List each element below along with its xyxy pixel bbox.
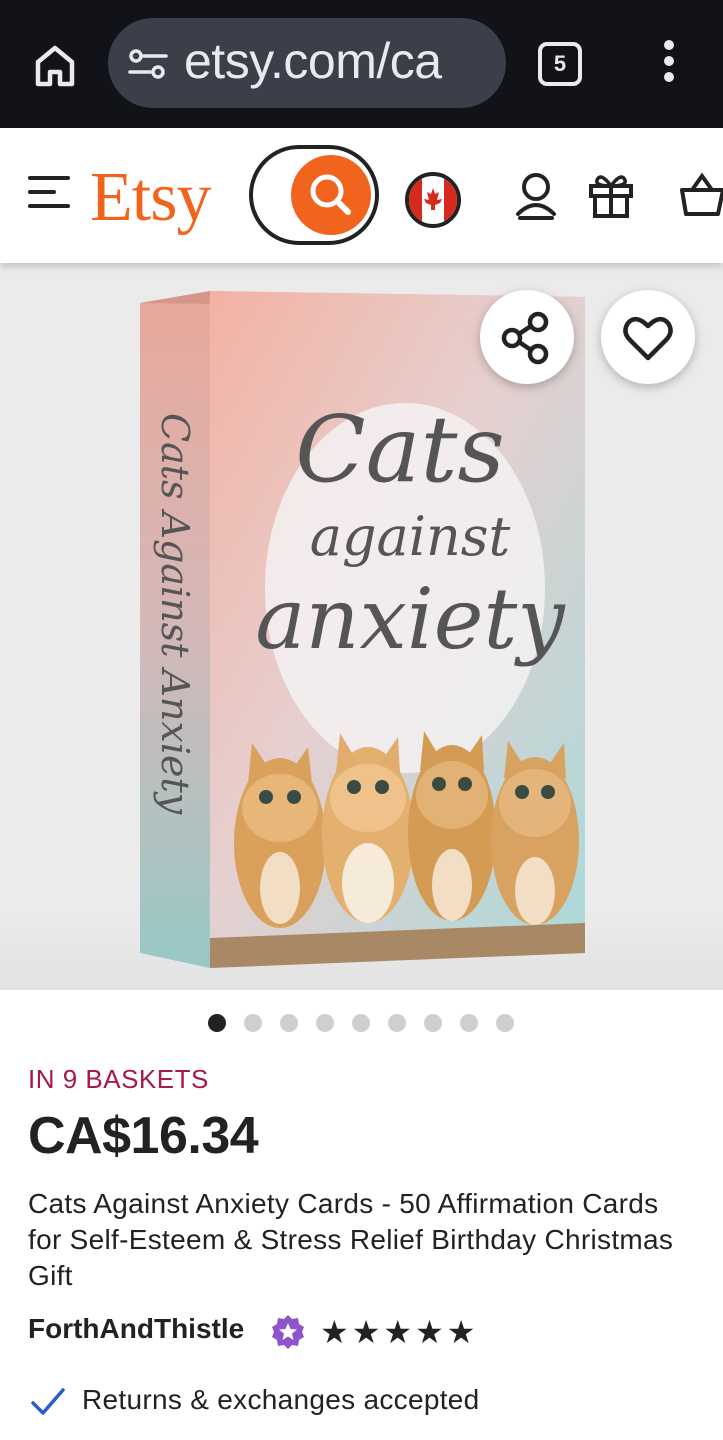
home-icon[interactable] — [30, 40, 80, 90]
rating-stars: ★★★★★ — [320, 1316, 478, 1348]
search-bar[interactable] — [249, 145, 379, 245]
browser-menu-icon[interactable] — [654, 40, 684, 90]
favorite-button[interactable] — [601, 290, 695, 384]
checkmark-icon — [31, 1388, 65, 1415]
shop-name-link[interactable]: ForthAndThistle — [28, 1313, 244, 1345]
tab-switcher-button[interactable]: 5 — [538, 42, 582, 86]
page-dot[interactable] — [352, 1014, 370, 1032]
star-icon: ★ — [351, 1314, 381, 1350]
hamburger-menu-icon[interactable] — [28, 176, 70, 212]
product-price: CA$16.34 — [28, 1107, 259, 1165]
star-icon: ★ — [415, 1314, 444, 1350]
product-title: Cats Against Anxiety Cards - 50 Affirmat… — [28, 1188, 674, 1291]
page-dot[interactable] — [460, 1014, 478, 1032]
star-icon: ★ — [383, 1314, 413, 1350]
page-dot[interactable] — [388, 1014, 406, 1032]
site-settings-icon[interactable] — [128, 48, 168, 80]
product-image[interactable]: Cats against anxiety Cats Against Anxiet… — [0, 263, 723, 990]
box-spine-text: Cats Against Anxiety — [153, 413, 197, 815]
page-dot[interactable] — [316, 1014, 334, 1032]
star-icon: ★ — [446, 1314, 476, 1350]
box-title-line1: Cats — [295, 396, 504, 503]
canada-flag-icon[interactable] — [405, 172, 461, 228]
page-dot[interactable] — [244, 1014, 262, 1032]
page-dot[interactable] — [496, 1014, 514, 1032]
account-icon[interactable] — [512, 170, 560, 222]
star-seller-badge-icon[interactable] — [270, 1314, 306, 1350]
gift-icon[interactable] — [587, 170, 635, 220]
basket-icon[interactable] — [678, 172, 723, 218]
etsy-logo[interactable]: Etsy — [90, 158, 211, 238]
star-icon: ★ — [320, 1314, 349, 1350]
url-bar[interactable]: etsy.com/ca — [108, 18, 506, 108]
baskets-count: IN 9 BASKETS — [28, 1064, 209, 1094]
site-header: Etsy — [0, 128, 723, 263]
search-icon — [310, 174, 351, 215]
url-text: etsy.com/ca — [184, 33, 442, 89]
page-dot[interactable] — [208, 1014, 226, 1032]
share-button[interactable] — [480, 290, 574, 384]
image-pagination — [0, 1012, 723, 1034]
box-title-line2: against — [310, 505, 511, 568]
search-button[interactable] — [291, 155, 371, 235]
browser-toolbar: etsy.com/ca 5 — [0, 0, 723, 128]
page-dot[interactable] — [280, 1014, 298, 1032]
box-title-line3: anxiety — [255, 570, 566, 668]
page-dot[interactable] — [424, 1014, 442, 1032]
share-icon — [501, 311, 549, 365]
returns-policy-text: Returns & exchanges accepted — [82, 1384, 480, 1415]
heart-icon — [623, 316, 673, 361]
